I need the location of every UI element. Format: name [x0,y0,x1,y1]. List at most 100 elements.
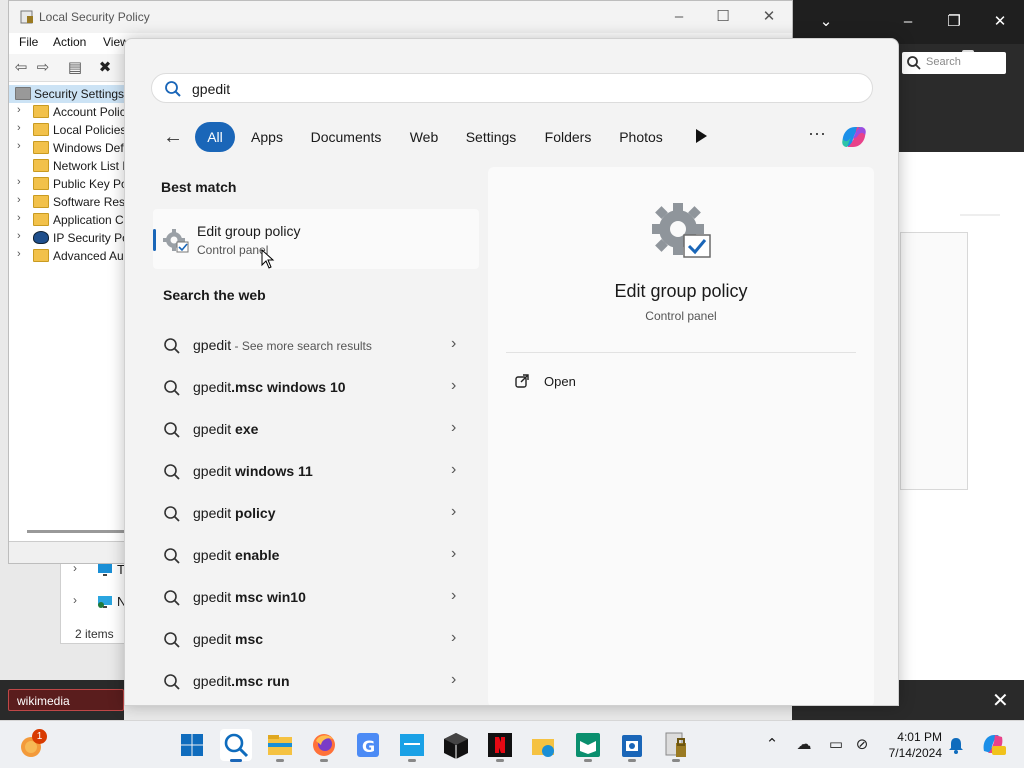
chevron-right-icon[interactable]: › [73,593,77,607]
filter-settings[interactable]: Settings [455,122,527,152]
taskbar-firefox[interactable] [308,729,340,762]
back-arrow-icon[interactable]: ← [161,125,185,149]
web-result[interactable]: gpedit windows 11 › [163,455,465,489]
expand-icon[interactable]: › [17,176,21,188]
tree-node-label: Account Polic [53,105,126,119]
tree-node-windows-defender[interactable]: › Windows Defe [9,139,126,157]
taskbar-netflix[interactable] [484,729,516,762]
taskbar-file-explorer[interactable] [264,729,296,762]
web-result-query: gpedit [193,631,232,647]
filter-apps[interactable]: Apps [243,122,291,152]
show-hidden-icons-chevron-icon[interactable]: ⌃ [762,735,782,755]
chevron-right-icon[interactable]: › [451,545,456,563]
tree-node-label: IP Security Po [53,231,126,245]
horizontal-scrollbar[interactable] [27,530,125,533]
menu-action[interactable]: Action [53,35,86,49]
browser-search-input[interactable]: Search [902,52,1006,74]
search-icon [224,733,249,758]
taskbar-security-policy[interactable] [660,729,692,762]
close-icon[interactable]: ✕ [757,6,781,28]
tree-node-ip-security[interactable]: › IP Security Po [9,229,126,247]
search-input[interactable]: gpedit [151,73,873,103]
minimize-icon[interactable]: – [667,6,691,28]
web-result[interactable]: gpedit exe › [163,413,465,447]
weather-widget[interactable]: 1 [18,729,48,761]
tree-node-security-settings[interactable]: Security Settings [9,85,126,103]
web-result[interactable]: gpedit.msc windows 10 › [163,371,465,405]
expand-icon[interactable]: › [17,104,21,116]
best-match-result[interactable]: Edit group policy Control panel [153,209,479,269]
taskbar-reader[interactable] [572,729,604,762]
window-titlebar: Local Security Policy – ☐ ✕ [9,1,792,33]
find-input[interactable]: wikimedia [8,689,124,711]
chevron-right-icon[interactable]: › [451,587,456,605]
web-result[interactable]: gpedit policy › [163,497,465,531]
taskbar-onedrive-folder[interactable] [528,729,560,761]
web-result[interactable]: gpedit.msc run › [163,665,465,699]
chevron-right-icon[interactable]: › [451,335,456,353]
filter-folders[interactable]: Folders [535,122,601,152]
delete-icon[interactable]: ✖ [95,58,115,78]
more-options-icon[interactable]: ··· [805,123,829,147]
notification-bell-icon[interactable] [946,735,966,755]
filter-photos[interactable]: Photos [609,122,673,152]
expand-icon[interactable]: › [17,248,21,260]
expand-icon[interactable]: › [17,194,21,206]
start-button[interactable] [176,729,208,761]
system-clock[interactable]: 4:01 PM 7/14/2024 [880,729,942,761]
notification-badge: 1 [32,729,47,744]
copilot-icon[interactable] [837,121,871,153]
web-result-text: gpedit exe [193,421,258,437]
network-status-icon[interactable]: ⊘ [852,735,872,755]
chevron-right-icon[interactable]: › [451,377,456,395]
web-result[interactable]: gpedit msc win10 › [163,581,465,615]
expand-icon[interactable]: › [17,230,21,242]
filter-bar: ← All Apps Documents Web Settings Folder… [125,119,898,155]
open-action-button[interactable]: Open [514,369,634,393]
close-icon[interactable]: ✕ [988,10,1012,34]
restore-icon[interactable]: ❐ [942,10,966,34]
tree-node-public-key[interactable]: › Public Key Po [9,175,126,193]
taskbar-box-app[interactable] [440,729,472,761]
tree-node-software-restriction[interactable]: › Software Rest [9,193,126,211]
web-result-text: gpedit policy [193,505,276,521]
minimize-icon[interactable]: – [896,10,920,34]
expand-icon[interactable]: › [17,122,21,134]
chevron-right-icon[interactable]: › [451,671,456,689]
best-match-title: Edit group policy [197,223,301,239]
tree-node-application-control[interactable]: › Application C [9,211,126,229]
expand-icon[interactable]: › [17,140,21,152]
taskbar-maps[interactable]: G [352,729,384,761]
forward-arrow-icon[interactable]: ⇨ [33,58,53,78]
taskbar-surface[interactable] [396,729,428,762]
play-icon[interactable] [693,127,709,145]
tree-node-network-list[interactable]: Network List M [9,157,126,175]
back-arrow-icon[interactable]: ⇦ [11,58,31,78]
taskbar-store[interactable] [616,729,648,762]
close-findbar-icon[interactable]: ✕ [992,688,1009,713]
menu-file[interactable]: File [19,35,38,49]
filter-all[interactable]: All [195,122,235,152]
expand-icon[interactable]: › [17,212,21,224]
chevron-right-icon[interactable]: › [451,503,456,521]
filter-web[interactable]: Web [401,122,447,152]
filter-documents[interactable]: Documents [301,122,391,152]
cloud-offline-icon[interactable]: ☁ [794,735,814,755]
search-query: gpedit [192,81,231,97]
chevron-right-icon[interactable]: › [451,629,456,647]
chevron-right-icon[interactable]: › [451,461,456,479]
web-result[interactable]: gpedit msc › [163,623,465,657]
web-result[interactable]: gpedit enable › [163,539,465,573]
tab-list-chevron-icon[interactable]: ⌄ [814,10,838,34]
show-hide-tree-icon[interactable]: ▤ [65,58,85,78]
maximize-icon[interactable]: ☐ [711,6,735,28]
display-icon[interactable]: ▭ [826,735,846,755]
tree-node-account-policies[interactable]: › Account Polic [9,103,126,121]
tree-node-advanced-audit[interactable]: › Advanced Au [9,247,126,265]
web-result[interactable]: gpedit - See more search results › [163,329,465,363]
taskbar-search-button[interactable] [220,729,252,762]
open-action-label: Open [544,374,576,389]
copilot-pre-icon[interactable] [980,731,1006,757]
chevron-right-icon[interactable]: › [451,419,456,437]
tree-node-local-policies[interactable]: › Local Policies [9,121,126,139]
